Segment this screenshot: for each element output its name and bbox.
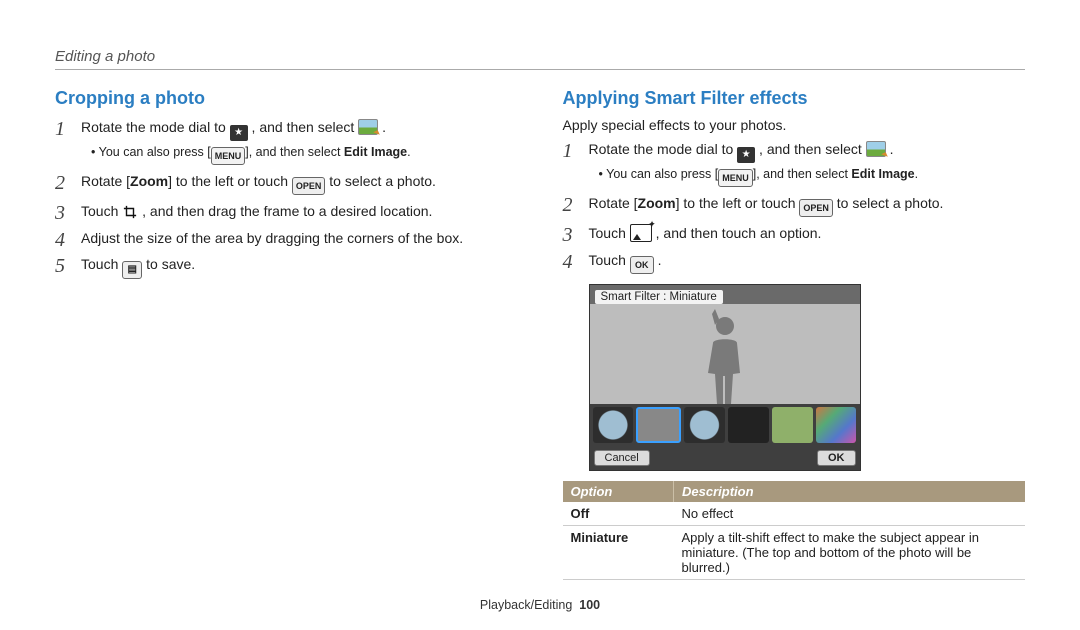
screen-preview [590,304,860,404]
edit-image-label: Edit Image [851,167,914,181]
text: Touch [589,225,630,241]
text: Rotate [ [81,173,130,189]
page-number: 100 [579,598,600,612]
text: , and then select [759,141,866,157]
opt-name: Off [563,502,674,526]
sf-step-4: Touch OK . [563,250,1026,274]
two-columns: Cropping a photo Rotate the mode dial to… [55,88,1025,580]
thumb-fisheye[interactable] [593,407,634,443]
text: to save. [146,256,195,272]
cancel-button[interactable]: Cancel [594,450,650,466]
text: , and then drag the frame to a desired l… [142,203,432,219]
text: ], and then select [245,145,344,159]
list-item: You can also press [MENU], and then sele… [91,143,518,165]
breadcrumb: Editing a photo [55,48,1025,65]
open-button-icon: OPEN [799,199,833,217]
text: . [407,145,410,159]
text: Touch [81,203,122,219]
crop-step-1-sub: You can also press [MENU], and then sele… [81,143,518,165]
sf-step-3: Touch , and then touch an option. [563,223,1026,243]
zoom-label: Zoom [638,195,676,211]
text: Touch [81,256,122,272]
text: Rotate the mode dial to [589,141,738,157]
edit-image-icon [866,141,886,157]
text: to select a photo. [837,195,944,211]
camera-screen-mock: Smart Filter : Miniature Cancel OK [589,284,861,471]
text: ] to the left or touch [676,195,800,211]
crop-step-2: Rotate [Zoom] to the left or touch OPEN … [55,171,518,195]
thumbnail-strip [590,404,860,446]
th-option: Option [563,481,674,502]
zoom-label: Zoom [130,173,168,189]
opt-desc: No effect [674,502,1026,526]
left-column: Cropping a photo Rotate the mode dial to… [55,88,518,580]
crop-step-1: Rotate the mode dial to , and then selec… [55,117,518,165]
open-button-icon: OPEN [292,177,326,195]
thumb-miniature[interactable] [636,407,681,443]
steps-smartfilter: Rotate the mode dial to , and then selec… [563,139,1026,274]
page-footer: Playback/Editing 100 [0,598,1080,612]
thumb-effect-3[interactable] [684,407,725,443]
ok-button-icon: OK [630,256,654,274]
menu-button-icon: MENU [211,147,246,165]
steps-cropping: Rotate the mode dial to , and then selec… [55,117,518,279]
text: ], and then select [753,167,852,181]
step-text: , and then select [252,119,359,135]
th-description: Description [674,481,1026,502]
silhouette-icon [690,309,760,404]
ok-button[interactable]: OK [817,450,856,466]
crop-step-3: Touch , and then drag the frame to a des… [55,201,518,221]
text: Touch [589,252,630,268]
table-row: Off No effect [563,502,1026,526]
crop-icon [122,204,138,220]
screen-button-bar: Cancel OK [590,446,860,470]
list-item: You can also press [MENU], and then sele… [599,165,1026,187]
save-button-icon [122,261,142,279]
crop-step-4: Adjust the size of the area by dragging … [55,228,518,248]
effects-icon [630,224,652,242]
section-title-cropping: Cropping a photo [55,88,518,109]
options-table: Option Description Off No effect Miniatu… [563,481,1026,580]
intro-text: Apply special effects to your photos. [563,117,1026,133]
right-column: Applying Smart Filter effects Apply spec… [563,88,1026,580]
header-divider [55,69,1025,70]
mode-dial-star-icon [737,147,755,163]
sf-step-1: Rotate the mode dial to , and then selec… [563,139,1026,187]
edit-image-label: Edit Image [344,145,407,159]
footer-section: Playback/Editing [480,598,572,612]
screen-title: Smart Filter : Miniature [595,290,723,304]
text: to select a photo. [329,173,436,189]
text: ] to the left or touch [168,173,292,189]
opt-name: Miniature [563,525,674,579]
edit-image-icon [358,119,378,135]
thumb-effect-4[interactable] [728,407,769,443]
manual-page: Editing a photo Cropping a photo Rotate … [0,0,1080,630]
sf-step-1-sub: You can also press [MENU], and then sele… [589,165,1026,187]
thumb-effect-6[interactable] [816,407,857,443]
text: You can also press [ [606,167,718,181]
step-text: Rotate the mode dial to [81,119,230,135]
step-text: . [382,119,386,135]
opt-desc: Apply a tilt-shift effect to make the su… [674,525,1026,579]
thumb-effect-5[interactable] [772,407,813,443]
table-row: Miniature Apply a tilt-shift effect to m… [563,525,1026,579]
text: . [890,141,894,157]
text: . [658,252,662,268]
sf-step-2: Rotate [Zoom] to the left or touch OPEN … [563,193,1026,217]
menu-button-icon: MENU [718,169,753,187]
text: , and then touch an option. [656,225,822,241]
section-title-smartfilter: Applying Smart Filter effects [563,88,1026,109]
mode-dial-star-icon [230,125,248,141]
text: You can also press [ [99,145,211,159]
crop-step-5: Touch to save. [55,254,518,279]
text: Adjust the size of the area by dragging … [81,230,463,246]
text: . [915,167,918,181]
text: Rotate [ [589,195,638,211]
